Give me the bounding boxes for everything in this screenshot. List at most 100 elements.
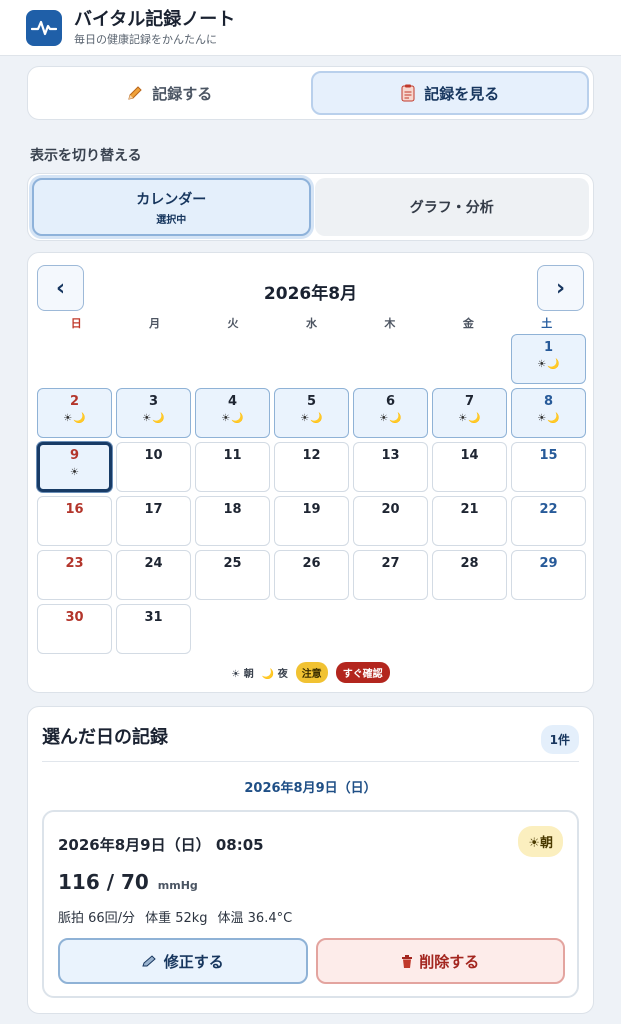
day-number: 17 xyxy=(144,502,163,517)
calendar-day-1[interactable]: 1 ☀ 🌙 xyxy=(511,334,586,384)
calendar-day-7[interactable]: 7 ☀ 🌙 xyxy=(432,388,507,438)
calendar-day-12[interactable]: 12 xyxy=(274,442,349,492)
calendar-day-5[interactable]: 5 ☀ 🌙 xyxy=(274,388,349,438)
day-number: 25 xyxy=(223,556,242,571)
record-marks: ☀ 🌙 xyxy=(63,413,85,424)
calendar-empty-cell xyxy=(353,334,428,384)
temperature: 体温 36.4°C xyxy=(217,911,293,926)
view-switch: カレンダー 選択中 グラフ・分析 xyxy=(27,173,594,241)
day-number: 15 xyxy=(539,448,558,463)
calendar-day-14[interactable]: 14 xyxy=(432,442,507,492)
view-graph-button[interactable]: グラフ・分析 xyxy=(314,178,589,236)
app-title: バイタル記録ノート xyxy=(74,8,236,30)
calendar-day-18[interactable]: 18 xyxy=(195,496,270,546)
day-number: 9 xyxy=(69,448,80,463)
day-number: 11 xyxy=(223,448,242,463)
sun-icon: ☀ xyxy=(458,413,468,424)
tab-view-records-label: 記録を見る xyxy=(424,84,500,103)
moon-icon: 🌙 xyxy=(73,413,86,424)
calendar-day-10[interactable]: 10 xyxy=(116,442,191,492)
edit-button[interactable]: 修正する xyxy=(58,938,308,984)
calendar-empty-cell xyxy=(195,334,270,384)
day-number: 31 xyxy=(144,610,163,625)
day-number: 24 xyxy=(144,556,163,571)
weekday-label: 火 xyxy=(227,317,239,330)
records-date: 2026年8月9日（日） xyxy=(244,781,377,796)
blood-pressure: 116 / 70 mmHg xyxy=(58,870,198,894)
day-number: 16 xyxy=(65,502,84,517)
tab-record[interactable]: 記録する xyxy=(32,71,307,115)
sun-icon: ☀ xyxy=(63,413,73,424)
calendar-empty-cell xyxy=(37,334,112,384)
tab-record-label: 記録する xyxy=(152,84,213,103)
day-number: 30 xyxy=(65,610,84,625)
calendar-day-9[interactable]: 9 ☀ xyxy=(37,442,112,492)
calendar-day-21[interactable]: 21 xyxy=(432,496,507,546)
tab-view-records[interactable]: 記録を見る xyxy=(310,71,589,115)
record-marks: ☀ 🌙 xyxy=(458,413,480,424)
weight: 体重 52kg xyxy=(145,911,208,926)
calendar-day-6[interactable]: 6 ☀ 🌙 xyxy=(353,388,428,438)
calendar-day-24[interactable]: 24 xyxy=(116,550,191,600)
weekday-label: 日 xyxy=(70,317,82,330)
sun-icon: ☀ xyxy=(537,413,547,424)
day-number: 28 xyxy=(460,556,479,571)
mode-tabs: 記録する 記録を見る xyxy=(27,66,594,120)
calendar-day-2[interactable]: 2 ☀ 🌙 xyxy=(37,388,112,438)
calendar-day-4[interactable]: 4 ☀ 🌙 xyxy=(195,388,270,438)
calendar-day-23[interactable]: 23 xyxy=(37,550,112,600)
calendar-day-8[interactable]: 8 ☀ 🌙 xyxy=(511,388,586,438)
legend-night: 🌙 夜 xyxy=(261,669,288,680)
moon-icon: 🌙 xyxy=(547,359,560,370)
day-number: 26 xyxy=(302,556,321,571)
calendar-day-26[interactable]: 26 xyxy=(274,550,349,600)
calendar-day-13[interactable]: 13 xyxy=(353,442,428,492)
calendar-day-27[interactable]: 27 xyxy=(353,550,428,600)
day-number: 14 xyxy=(460,448,479,463)
delete-button[interactable]: 削除する xyxy=(315,938,565,984)
calendar-day-28[interactable]: 28 xyxy=(432,550,507,600)
calendar-day-15[interactable]: 15 xyxy=(511,442,586,492)
day-number: 23 xyxy=(65,556,84,571)
calendar-day-11[interactable]: 11 xyxy=(195,442,270,492)
calendar-day-19[interactable]: 19 xyxy=(274,496,349,546)
clipboard-icon xyxy=(401,84,415,102)
record-count-badge: 1件 xyxy=(540,725,579,754)
entry-actions: 修正する 削除する xyxy=(58,938,565,984)
heartbeat-icon xyxy=(26,9,62,46)
calendar-day-22[interactable]: 22 xyxy=(511,496,586,546)
legend-urgent-badge: すぐ確認 xyxy=(335,662,390,683)
records-title: 選んだ日の記録 xyxy=(42,727,168,748)
day-number: 5 xyxy=(306,394,317,409)
calendar-day-16[interactable]: 16 xyxy=(37,496,112,546)
weekday-label: 月 xyxy=(149,317,161,330)
sun-icon: ☀ xyxy=(142,413,152,424)
pencil-icon xyxy=(128,86,142,100)
calendar-day-30[interactable]: 30 xyxy=(37,604,112,654)
moon-icon: 🌙 xyxy=(152,413,165,424)
day-number: 27 xyxy=(381,556,400,571)
day-number: 21 xyxy=(460,502,479,517)
calendar-grid: 1 ☀ 🌙 2 ☀ 🌙 3 ☀ 🌙 4 ☀ 🌙 5 ☀ 🌙 6 ☀ 🌙 7 ☀ 🌙 8 ☀ 🌙 9 ☀ 10 11 12 13 14 15 16… xyxy=(37,334,586,654)
day-number: 22 xyxy=(539,502,558,517)
day-number: 29 xyxy=(539,556,558,571)
sun-icon: ☀ xyxy=(221,413,231,424)
calendar-day-31[interactable]: 31 xyxy=(116,604,191,654)
next-month-button[interactable]: › xyxy=(537,265,584,311)
day-number: 8 xyxy=(543,394,554,409)
calendar-day-3[interactable]: 3 ☀ 🌙 xyxy=(116,388,191,438)
calendar-day-17[interactable]: 17 xyxy=(116,496,191,546)
selected-day-records: 選んだ日の記録 1件 2026年8月9日（日） 2026年8月9日（日） 08:… xyxy=(27,706,594,1014)
calendar-day-20[interactable]: 20 xyxy=(353,496,428,546)
view-calendar-button[interactable]: カレンダー 選択中 xyxy=(32,178,311,236)
sun-icon: ☀ xyxy=(537,359,547,370)
calendar-day-29[interactable]: 29 xyxy=(511,550,586,600)
calendar-empty-cell xyxy=(116,334,191,384)
day-number: 19 xyxy=(302,502,321,517)
record-marks: ☀ 🌙 xyxy=(379,413,401,424)
period-badge: ☀朝 xyxy=(518,826,563,857)
app-header: バイタル記録ノート 毎日の健康記録をかんたんに xyxy=(0,0,621,56)
calendar-day-25[interactable]: 25 xyxy=(195,550,270,600)
weekday-label: 土 xyxy=(541,317,553,330)
calendar-legend: ☀ 朝 🌙 夜 注意 すぐ確認 xyxy=(28,662,593,683)
